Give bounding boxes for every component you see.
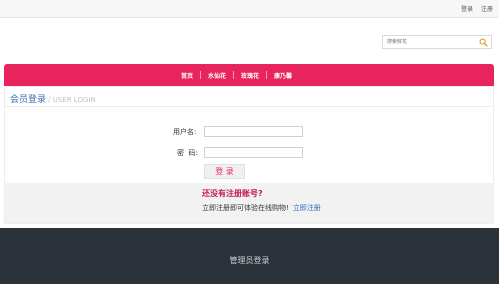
register-area: 还没有注册账号? 立即注册即可体验在线购物! 立即注册 (5, 183, 493, 223)
register-now-link[interactable]: 立即注册 (293, 204, 321, 212)
nav-item-narcissus[interactable]: 水仙花 (201, 71, 233, 80)
login-link[interactable]: 登录 (461, 6, 473, 13)
panel-title-text: 会员登录 (10, 95, 47, 105)
nav-item-home[interactable]: 首页 (174, 71, 200, 80)
search-input[interactable] (385, 37, 477, 47)
username-field[interactable] (204, 126, 303, 137)
search-box (382, 35, 492, 49)
panel-title-separator: / (48, 95, 51, 104)
register-text: 立即注册即可体验在线购物! (202, 204, 289, 212)
top-links: 登录 注册 (455, 4, 493, 13)
username-label: 用户名: (173, 128, 197, 136)
password-label: 密 码: (177, 149, 198, 157)
panel-title-english: USER LOGIN (52, 96, 96, 104)
register-link[interactable]: 注册 (481, 6, 493, 13)
admin-login-link[interactable]: 管理员登录 (0, 255, 499, 266)
register-line: 立即注册即可体验在线购物! 立即注册 (202, 203, 321, 213)
main-nav: 首页 水仙花 玫瑰花 康乃馨 (4, 64, 494, 86)
nav-item-rose[interactable]: 玫瑰花 (234, 71, 266, 80)
nav-item-carnation[interactable]: 康乃馨 (267, 71, 299, 80)
top-bar: 登录 注册 (0, 0, 499, 18)
password-field[interactable] (204, 147, 303, 158)
search-icon[interactable] (479, 38, 488, 47)
register-question: 还没有注册账号? (202, 189, 263, 198)
footer: 管理员登录 (0, 228, 499, 284)
panel-title: 会员登录 / USER LOGIN (10, 92, 96, 105)
login-button[interactable]: 登 录 (204, 164, 245, 179)
panel-divider (5, 106, 493, 107)
login-panel: 会员登录 / USER LOGIN 用户名: 密 码: 登 录 还没有注册账号? 立… (4, 86, 494, 224)
